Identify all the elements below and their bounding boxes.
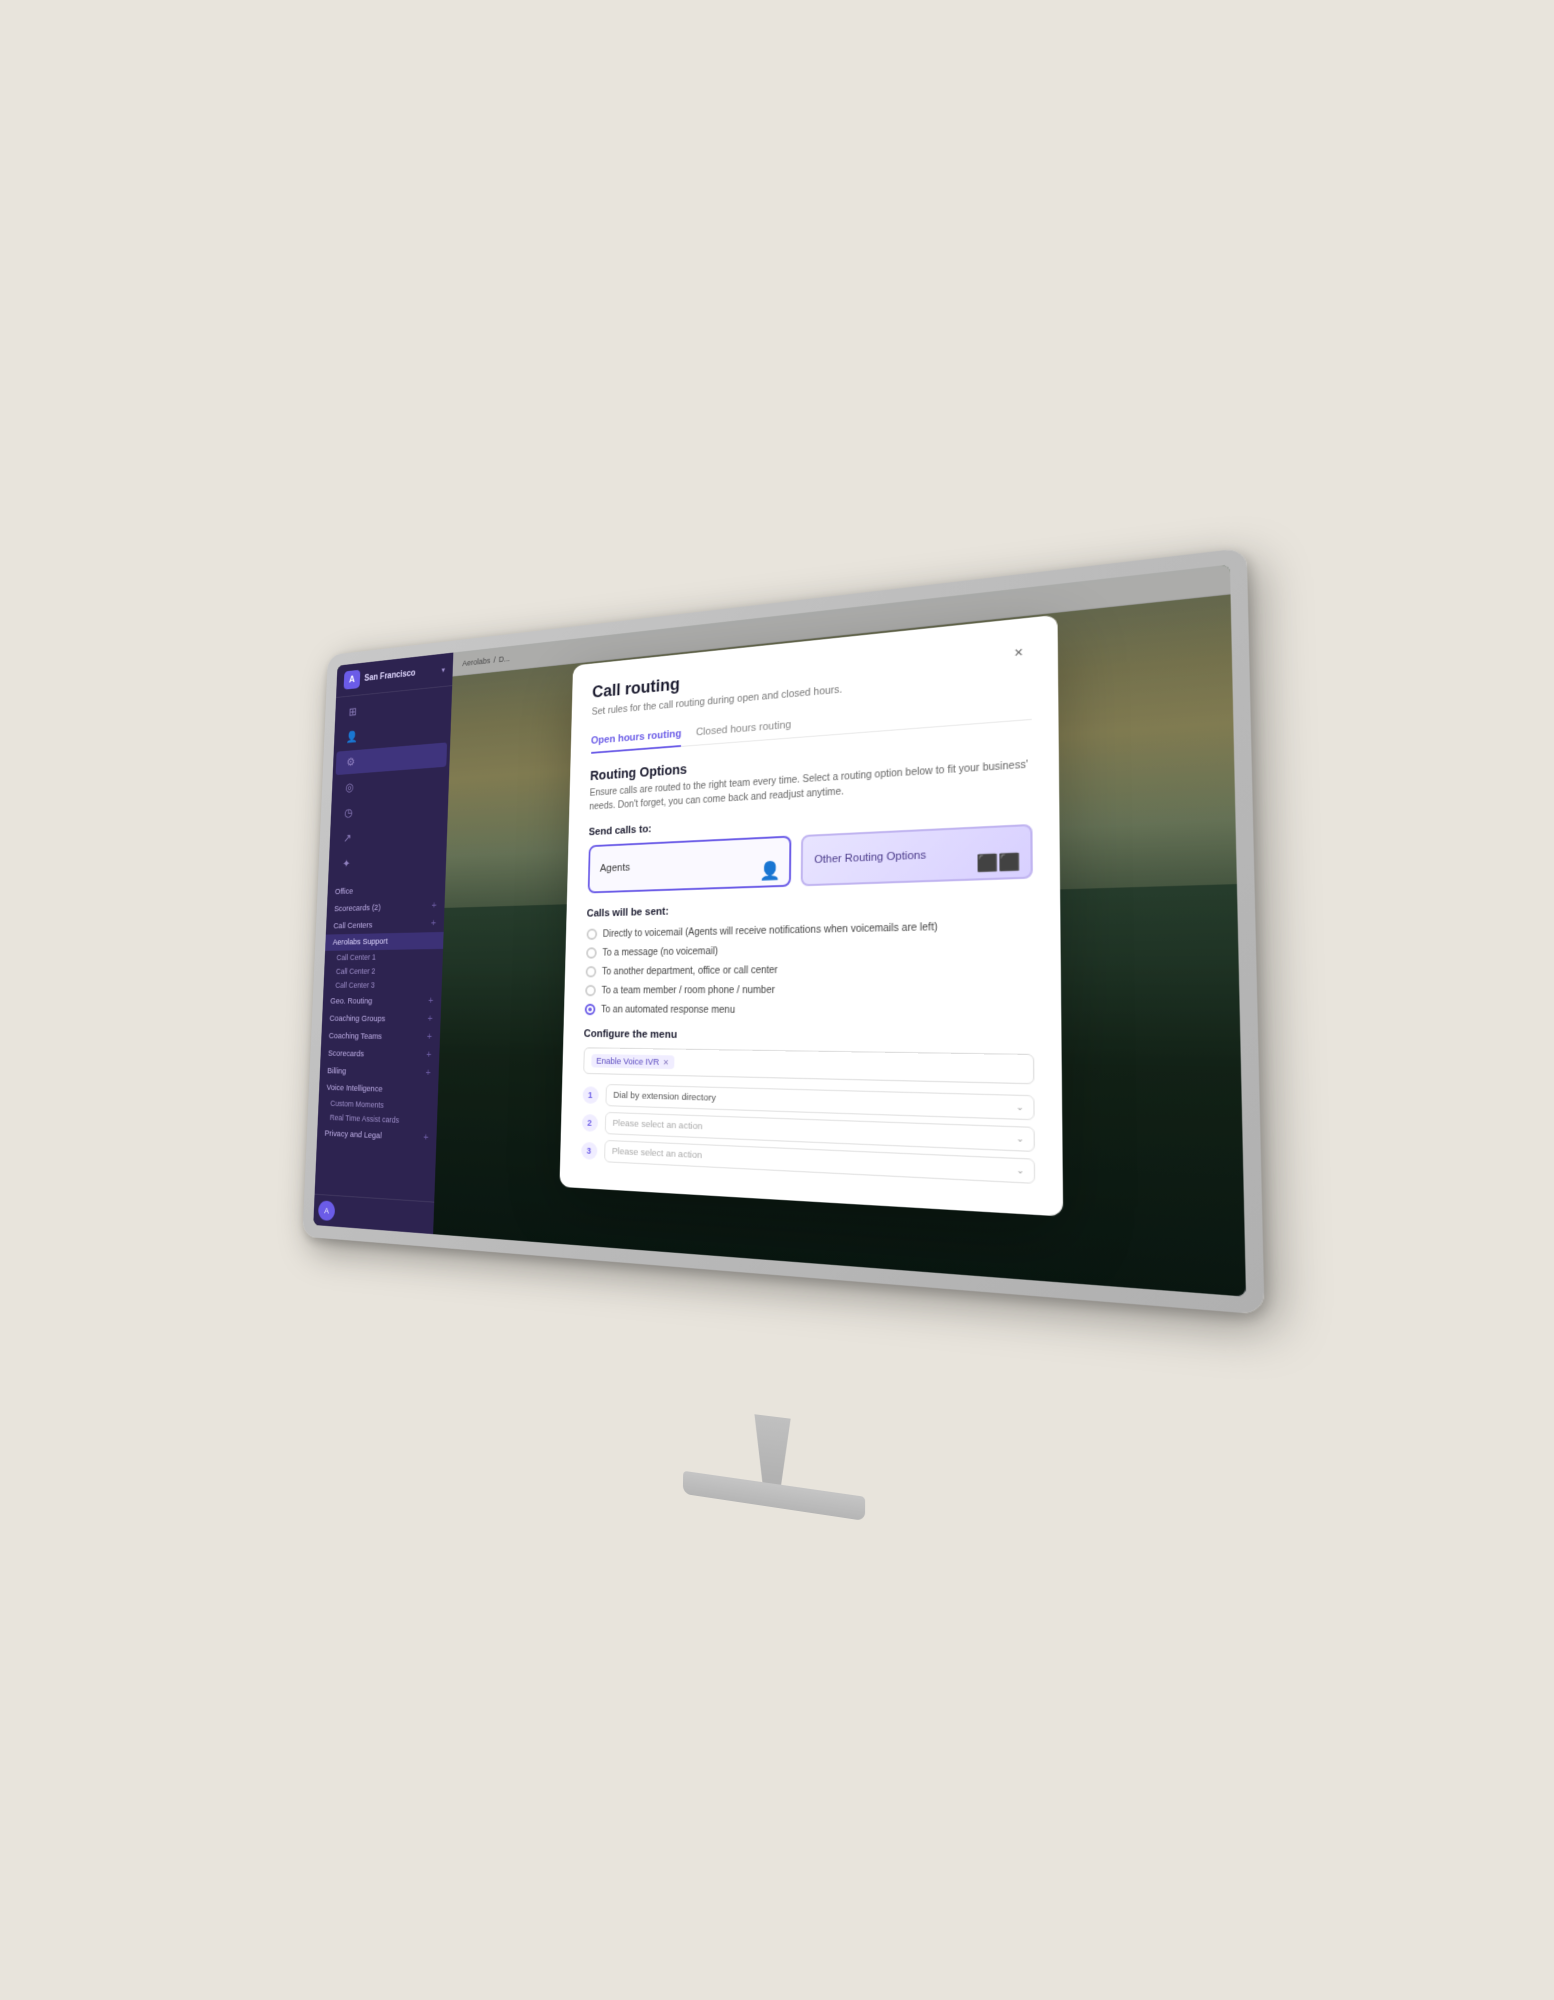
menu-item-number-1: 1: [582, 1086, 598, 1104]
radio-label-team-member: To a team member / room phone / number: [601, 985, 775, 996]
sidebar-plus-icon[interactable]: +: [425, 1068, 430, 1079]
clock-icon: ◷: [342, 806, 354, 820]
radio-label-automated: To an automated response menu: [601, 1004, 735, 1015]
ivr-tag: Enable Voice IVR ✕: [591, 1054, 675, 1069]
sidebar: A San Francisco ▾ ⊞ 👤: [313, 653, 453, 1235]
ivr-tag-label: Enable Voice IVR: [596, 1056, 659, 1067]
other-routing-illustration: ⬛⬛: [977, 852, 1021, 875]
headset-icon: ◎: [343, 780, 355, 794]
radio-circle-message: [586, 947, 597, 958]
sidebar-plus-icon[interactable]: +: [428, 996, 433, 1007]
modal-close-button[interactable]: ×: [1006, 640, 1030, 665]
main-content: Aerolabs / D... Call routing ×: [433, 564, 1246, 1296]
menu-item-value-1: Dial by extension directory: [613, 1090, 716, 1104]
ivr-tag-remove[interactable]: ✕: [663, 1058, 669, 1067]
nav-icon-chart[interactable]: ↗: [332, 821, 444, 851]
radio-voicemail[interactable]: Directly to voicemail (Agents will recei…: [586, 919, 1033, 940]
radio-circle-team-member: [585, 985, 596, 996]
tag-input-area[interactable]: Enable Voice IVR ✕: [583, 1047, 1034, 1084]
routing-options-section: Routing Options Ensure calls are routed …: [587, 736, 1032, 893]
configure-menu-title: Configure the menu: [584, 1028, 1034, 1045]
chart-icon: ↗: [341, 831, 353, 845]
sidebar-item-call-center-3[interactable]: Call Center 3: [323, 978, 442, 993]
menu-item-value-3: Please select an action: [612, 1146, 702, 1161]
sidebar-item-coaching-teams[interactable]: Coaching Teams +: [321, 1027, 440, 1046]
sidebar-plus-icon[interactable]: +: [427, 1013, 432, 1024]
menu-chevron-3: ⌄: [1017, 1165, 1025, 1175]
calls-sent-radio-group: Directly to voicemail (Agents will recei…: [584, 919, 1033, 1017]
radio-circle-voicemail: [586, 929, 597, 940]
menu-item-number-3: 3: [581, 1141, 597, 1159]
sidebar-logo: A: [344, 670, 361, 690]
settings-icon: ⚙: [345, 755, 357, 769]
app-container: A San Francisco ▾ ⊞ 👤: [313, 564, 1246, 1296]
configure-menu-section: Configure the menu Enable Voice IVR ✕: [581, 1028, 1035, 1184]
routing-card-other-label: Other Routing Options: [814, 849, 926, 866]
tools-icon: ✦: [340, 857, 352, 871]
sidebar-chevron-icon: ▾: [441, 665, 445, 675]
tab-open-hours[interactable]: Open hours routing: [591, 723, 682, 754]
radio-label-message: To a message (no voicemail): [602, 946, 718, 958]
menu-chevron-2: ⌄: [1016, 1134, 1024, 1144]
routing-card-agents[interactable]: Agents 👤: [587, 836, 791, 894]
sidebar-item-privacy[interactable]: Privacy and Legal +: [317, 1124, 437, 1147]
users-icon: 👤: [346, 730, 358, 744]
sidebar-plus-icon[interactable]: +: [431, 900, 436, 911]
radio-message[interactable]: To a message (no voicemail): [586, 940, 1033, 959]
radio-team-member[interactable]: To a team member / room phone / number: [585, 983, 1033, 996]
sidebar-plus-icon[interactable]: +: [427, 1031, 432, 1042]
monitor-stand-neck: [742, 1413, 803, 1490]
sidebar-nav-icons: ⊞ 👤 ⚙ ◎ ◷: [328, 686, 452, 881]
sidebar-plus-icon[interactable]: +: [431, 918, 436, 929]
radio-circle-department: [585, 966, 596, 977]
tab-closed-hours[interactable]: Closed hours routing: [696, 713, 792, 745]
monitor-scene: A San Francisco ▾ ⊞ 👤: [297, 530, 1434, 1505]
radio-automated-response[interactable]: To an automated response menu: [584, 1004, 1033, 1017]
sidebar-item-coaching-groups[interactable]: Coaching Groups +: [322, 1010, 441, 1028]
monitor-body: A San Francisco ▾ ⊞ 👤: [302, 548, 1264, 1315]
sidebar-plus-icon[interactable]: +: [426, 1049, 431, 1060]
sidebar-item-aerolabs[interactable]: Aerolabs Support: [325, 932, 444, 951]
radio-department[interactable]: To another department, office or call ce…: [585, 961, 1033, 977]
radio-label-department: To another department, office or call ce…: [602, 965, 778, 977]
sidebar-bottom: A: [313, 1194, 434, 1234]
radio-label-voicemail: Directly to voicemail (Agents will recei…: [603, 921, 938, 939]
sidebar-item-geo-routing[interactable]: Geo. Routing +: [323, 992, 442, 1010]
sidebar-plus-icon[interactable]: +: [423, 1132, 429, 1143]
call-routing-modal: Call routing × Set rules for the call ro…: [559, 615, 1063, 1217]
sidebar-item-call-center-1[interactable]: Call Center 1: [325, 949, 444, 965]
monitor-wrapper: A San Francisco ▾ ⊞ 👤: [227, 590, 1327, 1410]
sidebar-item-call-center-2[interactable]: Call Center 2: [324, 963, 443, 978]
modal-overlay: Call routing × Set rules for the call ro…: [433, 564, 1246, 1296]
calls-will-be-sent-section: Calls will be sent: Directly to voicemai…: [584, 896, 1033, 1018]
menu-chevron-1: ⌄: [1016, 1102, 1024, 1112]
nav-icon-tools[interactable]: ✦: [331, 847, 443, 876]
calls-sent-title: Calls will be sent:: [587, 896, 1033, 920]
grid-icon: ⊞: [347, 705, 359, 719]
sidebar-org-name: San Francisco: [364, 666, 437, 683]
user-avatar[interactable]: A: [318, 1200, 335, 1221]
menu-item-value-2: Please select an action: [613, 1118, 703, 1132]
radio-circle-automated: [584, 1004, 595, 1015]
menu-item-number-2: 2: [581, 1113, 597, 1131]
agents-illustration: 👤: [759, 860, 781, 881]
routing-card-other[interactable]: Other Routing Options ⬛⬛: [800, 824, 1032, 886]
routing-card-agents-label: Agents: [600, 862, 630, 874]
modal-title: Call routing: [592, 675, 680, 703]
screen: A San Francisco ▾ ⊞ 👤: [313, 564, 1246, 1296]
sidebar-nav-list: Office Scorecards (2) + Call Centers +: [315, 876, 446, 1202]
